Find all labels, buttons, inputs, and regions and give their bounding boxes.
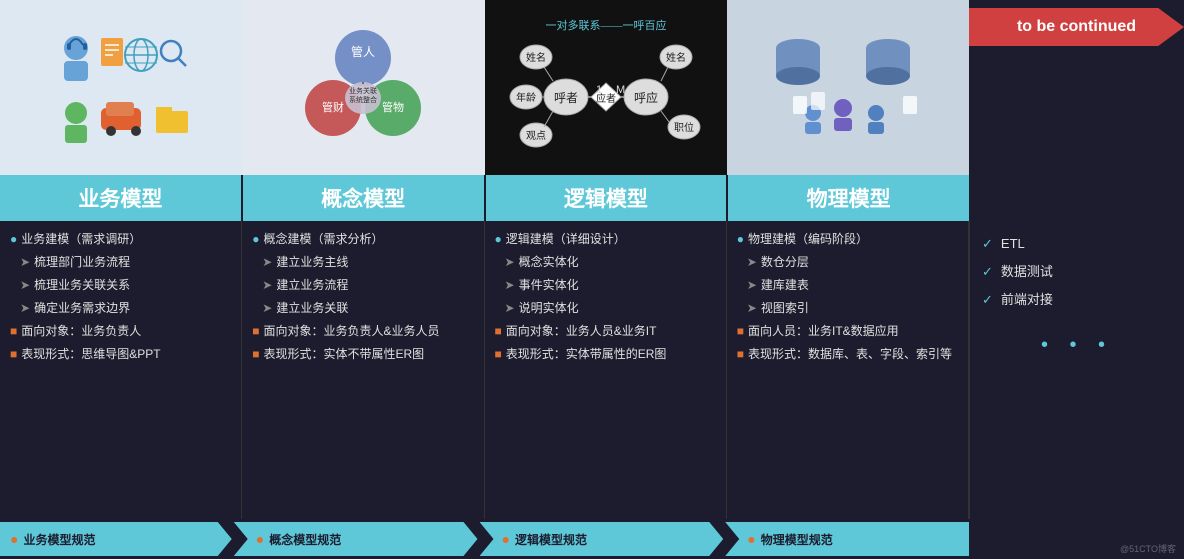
- svg-text:M: M: [616, 84, 625, 96]
- tbc-header-text: to be continued: [1017, 18, 1136, 35]
- tbc-header: to be continued: [969, 8, 1184, 46]
- svg-text:1: 1: [596, 84, 602, 96]
- svg-text:姓名: 姓名: [526, 51, 546, 64]
- content-business: ●业务建模（需求调研） ➤梳理部门业务流程 ➤梳理业务关联关系 ➤确定业务需求边…: [0, 221, 242, 519]
- svg-text:管人: 管人: [351, 44, 375, 59]
- list-item: ✓数据测试: [982, 259, 1172, 285]
- svg-text:年龄: 年龄: [516, 91, 536, 104]
- list-item: ●逻辑建模（详细设计）: [495, 229, 716, 250]
- list-item: ■表现形式：实体带属性的ER图: [495, 344, 716, 365]
- list-item: ➤说明实体化: [495, 298, 716, 319]
- content-physical: ●物理建模（编码阶段） ➤数仓分层 ➤建库建表 ➤视图索引 ■面向人员：业务IT…: [727, 221, 969, 519]
- svg-text:呼应: 呼应: [634, 90, 658, 105]
- svg-text:管物: 管物: [382, 100, 404, 114]
- list-item: ✓前端对接: [982, 287, 1172, 313]
- arrow-2: ● 概念模型规范: [234, 522, 478, 556]
- list-item: ➤概念实体化: [495, 252, 716, 273]
- list-item: ●业务建模（需求调研）: [10, 229, 231, 250]
- svg-text:管财: 管财: [322, 100, 344, 114]
- concept-image: 管人 管财 管物 业务关联 系统整合: [242, 0, 484, 175]
- title-business: 业务模型: [0, 175, 243, 221]
- title-physical: 物理模型: [728, 175, 969, 221]
- list-item: ➤数仓分层: [737, 252, 958, 273]
- svg-text:姓名: 姓名: [666, 51, 686, 64]
- title-tbc: [969, 175, 1184, 221]
- list-item: ➤确定业务需求边界: [10, 298, 231, 319]
- watermark: @51CTO博客: [1120, 542, 1176, 555]
- arrow-1: ● 业务模型规范: [0, 522, 232, 556]
- content-concept: ●概念建模（需求分析） ➤建立业务主线 ➤建立业务流程 ➤建立业务关联 ■面向对…: [242, 221, 484, 519]
- list-item: ■表现形式：思维导图&PPT: [10, 344, 231, 365]
- list-item: ■表现形式：实体不带属性ER图: [252, 344, 473, 365]
- list-item: ●概念建模（需求分析）: [252, 229, 473, 250]
- list-item: ➤建库建表: [737, 275, 958, 296]
- list-item: ■表现形式：数据库、表、字段、索引等: [737, 344, 958, 365]
- list-item: ■面向对象：业务负责人: [10, 321, 231, 342]
- svg-text:呼者: 呼者: [554, 91, 578, 105]
- list-item: ✓ETL: [982, 231, 1172, 257]
- list-item: ■面向对象：业务负责人&业务人员: [252, 321, 473, 342]
- svg-text:业务关联: 业务关联: [349, 86, 377, 95]
- list-item: ■面向对象：业务人员&业务IT: [495, 321, 716, 342]
- physical-image: [727, 0, 969, 175]
- list-item: ➤建立业务关联: [252, 298, 473, 319]
- list-item: ➤视图索引: [737, 298, 958, 319]
- svg-text:一对多联系——一呼百应: 一对多联系——一呼百应: [545, 18, 666, 32]
- svg-text:系统整合: 系统整合: [349, 95, 377, 104]
- list-item: ➤梳理部门业务流程: [10, 252, 231, 273]
- list-item: ●物理建模（编码阶段）: [737, 229, 958, 250]
- svg-text:职位: 职位: [674, 121, 694, 134]
- title-logic: 逻辑模型: [486, 175, 729, 221]
- title-concept: 概念模型: [243, 175, 486, 221]
- list-item: ➤事件实体化: [495, 275, 716, 296]
- title-row: 业务模型 概念模型 逻辑模型 物理模型: [0, 175, 1184, 221]
- svg-text:观点: 观点: [526, 130, 546, 142]
- bottom-arrow-row: ● 业务模型规范 ● 概念模型规范 ● 逻辑模型规范 ● 物理模型规范: [0, 519, 1184, 559]
- list-item: ■面向人员：业务IT&数据应用: [737, 321, 958, 342]
- list-item: ➤建立业务主线: [252, 252, 473, 273]
- main-container: 管人 管财 管物 业务关联 系统整合 一对多联系——一呼百应 呼者: [0, 0, 1184, 559]
- list-item: ➤梳理业务关联关系: [10, 275, 231, 296]
- business-image: [0, 0, 242, 175]
- arrow-3: ● 逻辑模型规范: [480, 522, 724, 556]
- tbc-image-area: to be continued: [969, 0, 1184, 175]
- list-item: ➤建立业务流程: [252, 275, 473, 296]
- arrow-4: ● 物理模型规范: [725, 522, 969, 556]
- tbc-content: ✓ETL ✓数据测试 ✓前端对接 • • •: [969, 221, 1184, 519]
- tbc-dots: • • •: [982, 325, 1172, 365]
- content-row: ●业务建模（需求调研） ➤梳理部门业务流程 ➤梳理业务关联关系 ➤确定业务需求边…: [0, 221, 1184, 519]
- logic-image: 一对多联系——一呼百应 呼者 呼应 应者 1 M: [485, 0, 727, 175]
- content-logic: ●逻辑建模（详细设计） ➤概念实体化 ➤事件实体化 ➤说明实体化 ■面向对象：业…: [485, 221, 727, 519]
